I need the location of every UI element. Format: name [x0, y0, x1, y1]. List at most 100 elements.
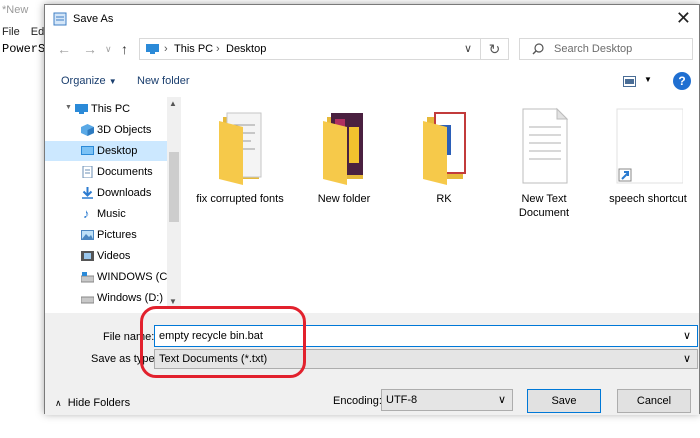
drive-icon: [81, 272, 94, 283]
videos-icon: [81, 251, 94, 261]
up-arrow-icon[interactable]: ↑: [121, 41, 128, 57]
nav-item-this-pc[interactable]: ▼ This PC: [45, 99, 167, 119]
encoding-label: Encoding:: [333, 395, 382, 407]
drive-icon: [81, 296, 94, 304]
hide-folders-button[interactable]: ∧ Hide Folders: [55, 397, 130, 409]
save-as-type-select[interactable]: Text Documents (*.txt) ∨: [154, 349, 698, 369]
forward-arrow-icon[interactable]: →: [83, 41, 97, 57]
nav-pane-scrollbar[interactable]: ▲ ▼: [167, 97, 181, 309]
notepad-app-icon: [53, 12, 67, 26]
breadcrumb-separator: ›: [216, 43, 220, 55]
new-folder-button[interactable]: New folder: [137, 75, 190, 87]
desktop-icon: [81, 146, 94, 155]
organize-label: Organize: [61, 75, 106, 87]
folder-icon: [219, 112, 262, 185]
close-icon[interactable]: ✕: [676, 8, 691, 29]
music-icon: ♪: [83, 206, 90, 221]
shortcut-icon: [616, 108, 684, 184]
nav-label: WINDOWS (C:): [97, 271, 174, 283]
nav-item-windows-d[interactable]: Windows (D:): [45, 288, 167, 307]
view-options-icon[interactable]: [623, 76, 636, 87]
chevron-down-icon: ▼: [108, 77, 117, 86]
chevron-down-icon[interactable]: ∨: [683, 329, 691, 342]
file-label: speech shortcut: [609, 193, 687, 205]
chevron-down-icon[interactable]: ∨: [683, 352, 691, 365]
nav-label: Windows (D:): [97, 292, 164, 304]
save-options-panel: File name: empty recycle bin.bat ∨ Save …: [45, 313, 699, 415]
navigation-bar: ← → ∨ ↑ › This PC › Desktop ∨ ↻ Search D…: [45, 35, 699, 65]
back-arrow-icon[interactable]: ←: [57, 41, 71, 57]
encoding-select[interactable]: UTF-8 ∨: [381, 389, 513, 411]
chevron-down-icon[interactable]: ∨: [498, 393, 506, 406]
folder-icon: [423, 112, 466, 185]
breadcrumb-desktop[interactable]: Desktop: [226, 43, 266, 55]
hide-folders-label: Hide Folders: [67, 397, 131, 409]
notepad-text: PowerS: [2, 42, 46, 56]
navigation-pane: ▼ This PC 3D Objects Desktop Documents D…: [45, 97, 181, 307]
menu-file[interactable]: File: [2, 26, 20, 38]
organize-button[interactable]: Organize ▼: [61, 75, 117, 87]
nav-label: Music: [97, 208, 126, 220]
command-toolbar: Organize ▼ New folder ▼ ?: [45, 69, 699, 95]
file-label: fix corrupted fonts: [196, 193, 284, 205]
nav-item-3d-objects[interactable]: 3D Objects: [45, 120, 167, 140]
save-as-type-value: Text Documents (*.txt): [159, 353, 268, 365]
save-as-type-label: Save as type:: [91, 353, 158, 365]
file-name-label: File name:: [103, 331, 155, 343]
file-item[interactable]: New Text Document: [499, 105, 589, 220]
breadcrumb-this-pc[interactable]: This PC: [174, 43, 213, 55]
nav-label: This PC: [91, 103, 131, 115]
nav-item-pictures[interactable]: Pictures: [45, 225, 167, 245]
save-as-dialog: Save As ✕ ← → ∨ ↑ › This PC › Desktop ∨ …: [44, 4, 700, 415]
help-icon[interactable]: ?: [673, 72, 691, 90]
recent-chevron-icon[interactable]: ∨: [105, 44, 112, 55]
nav-label: Pictures: [97, 229, 137, 241]
nav-label: 3D Objects: [97, 124, 152, 136]
nav-label: Desktop: [97, 145, 138, 157]
file-name-input[interactable]: empty recycle bin.bat ∨: [154, 325, 698, 347]
pictures-icon: [81, 230, 94, 240]
search-input[interactable]: Search Desktop: [554, 43, 632, 55]
file-item[interactable]: New folder: [299, 105, 389, 206]
search-icon: [532, 43, 544, 55]
folder-icon: [323, 113, 363, 185]
cancel-button[interactable]: Cancel: [617, 389, 691, 413]
chevron-down-icon[interactable]: ▼: [644, 75, 652, 84]
file-label: New folder: [317, 193, 371, 205]
search-box[interactable]: Search Desktop: [519, 38, 693, 60]
chevron-down-icon[interactable]: ∨: [464, 42, 472, 55]
file-item[interactable]: speech shortcut: [599, 105, 697, 206]
nav-item-downloads[interactable]: Downloads: [45, 183, 167, 203]
text-document-icon: [522, 107, 569, 184]
address-bar[interactable]: › This PC › Desktop ∨: [139, 38, 481, 60]
file-label: New Text Document: [518, 193, 570, 219]
file-list: fix corrupted fonts New folder RK New Te…: [185, 97, 697, 311]
breadcrumb-separator: ›: [164, 43, 168, 55]
refresh-icon[interactable]: ↻: [481, 38, 509, 60]
pc-icon: [146, 44, 159, 54]
dialog-title: Save As: [73, 13, 114, 25]
file-item[interactable]: fix corrupted fonts: [195, 105, 285, 206]
nav-item-music[interactable]: ♪ Music: [45, 204, 167, 224]
nav-label: Videos: [97, 250, 131, 262]
chevron-up-icon: ∧: [55, 398, 62, 408]
encoding-value: UTF-8: [386, 394, 418, 406]
scroll-up-icon[interactable]: ▲: [169, 99, 177, 108]
save-button[interactable]: Save: [527, 389, 601, 413]
nav-item-videos[interactable]: Videos: [45, 246, 167, 266]
documents-icon: [82, 166, 93, 178]
pc-icon: [75, 104, 88, 114]
file-item[interactable]: RK: [399, 105, 489, 206]
nav-label: Documents: [97, 166, 153, 178]
nav-item-windows-c[interactable]: WINDOWS (C:): [45, 267, 174, 287]
scrollbar-thumb[interactable]: [169, 152, 179, 222]
scroll-down-icon[interactable]: ▼: [169, 297, 177, 306]
notepad-title: *New: [2, 4, 29, 16]
nav-label: Downloads: [97, 187, 152, 199]
dialog-titlebar: Save As ✕: [45, 5, 699, 33]
nav-item-documents[interactable]: Documents: [45, 162, 167, 182]
cube-icon: [81, 124, 94, 136]
file-name-value: empty recycle bin.bat: [159, 330, 263, 342]
nav-item-desktop[interactable]: Desktop: [45, 141, 167, 161]
download-icon: [82, 187, 93, 199]
